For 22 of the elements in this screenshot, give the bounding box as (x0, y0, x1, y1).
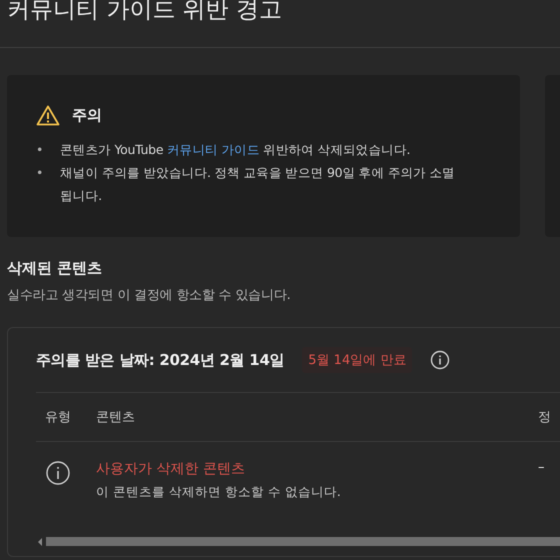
bullet-mark: • (36, 141, 44, 159)
notice-text: 콘텐츠가 YouTube 커뮤니티 가이드 위반하여 삭제되었습니다. (60, 141, 410, 159)
strike-date: 주의를 받은 날짜: 2024년 2월 14일 (36, 350, 284, 370)
notice-heading: 주의 (72, 106, 102, 125)
section-title: 삭제된 콘텐츠 (7, 259, 104, 278)
column-header: 콘텐츠 (96, 409, 136, 426)
column-header: 유형 (44, 409, 72, 426)
scroll-left-icon[interactable] (38, 538, 42, 546)
bullet-mark: • (36, 164, 44, 182)
page-title: 커뮤니티 가이드 위반 경고 (6, 0, 283, 22)
notice-text: 채널이 주의를 받았습니다. 정책 교육을 받으면 90일 후에 주의가 소멸됩니다. (60, 164, 456, 205)
scrollbar-thumb[interactable] (46, 537, 560, 546)
content-title: 사용자가 삭제한 콘텐츠 (96, 460, 246, 478)
table-cell: – (538, 460, 544, 475)
info-icon (45, 460, 71, 486)
guidelines-link[interactable]: 커뮤니티 가이드 (166, 142, 260, 157)
content-note: 이 콘텐츠를 삭제하면 항소할 수 없습니다. (96, 484, 342, 501)
info-icon[interactable] (430, 350, 450, 370)
expiry-badge: 5월 14일에 만료 (302, 347, 412, 373)
column-header: 정 (538, 409, 552, 426)
section-subtitle: 실수라고 생각되면 이 결정에 항소할 수 있습니다. (7, 287, 292, 304)
warning-icon (36, 105, 60, 126)
